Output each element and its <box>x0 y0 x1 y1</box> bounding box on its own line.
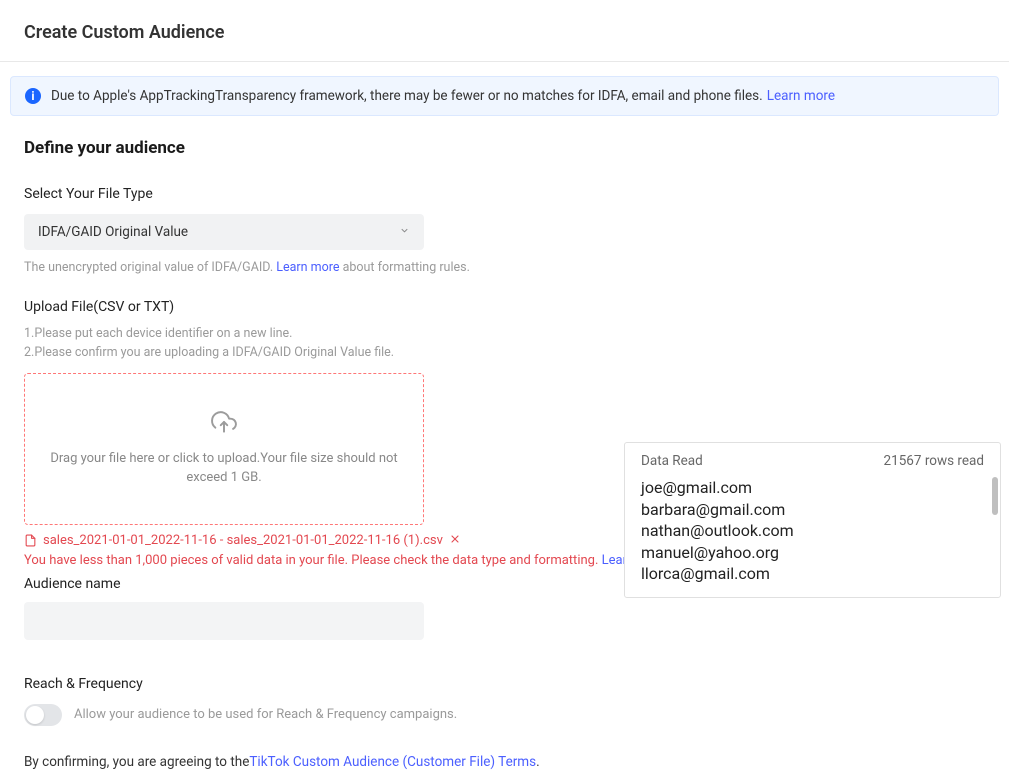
remove-file-button[interactable] <box>449 533 461 549</box>
file-type-select[interactable]: IDFA/GAID Original Value <box>24 214 424 250</box>
content-area: i Due to Apple's AppTrackingTransparency… <box>0 76 1009 770</box>
confirm-suffix: . <box>536 754 540 770</box>
chevron-down-icon <box>399 225 410 239</box>
banner-learn-more-link[interactable]: Learn more <box>767 88 835 104</box>
data-read-count: 21567 rows read <box>884 453 984 469</box>
info-icon: i <box>25 88 41 104</box>
audience-name-input[interactable] <box>24 602 424 640</box>
data-read-row: llorca@gmail.com <box>641 563 988 585</box>
data-read-row: nathan@outlook.com <box>641 520 988 542</box>
terms-link[interactable]: TikTok Custom Audience (Customer File) T… <box>249 754 536 770</box>
scrollbar-thumb[interactable] <box>992 477 998 515</box>
data-read-rows: joe@gmail.com barbara@gmail.com nathan@o… <box>641 477 1000 585</box>
toggle-knob <box>26 706 44 724</box>
upload-hint-line-2: 2.Please confirm you are uploading a IDF… <box>24 344 985 363</box>
data-read-title: Data Read <box>641 453 703 469</box>
confirm-agreement-text: By confirming, you are agreeing to theTi… <box>24 754 985 770</box>
upload-hint-line-1: 1.Please put each device identifier on a… <box>24 325 985 344</box>
confirm-prefix: By confirming, you are agreeing to the <box>24 754 249 770</box>
file-type-hint: The unencrypted original value of IDFA/G… <box>24 260 985 275</box>
reach-frequency-label: Reach & Frequency <box>24 676 985 692</box>
data-read-row: manuel@yahoo.org <box>641 542 988 564</box>
upload-dropzone[interactable]: Drag your file here or click to upload.Y… <box>24 373 424 525</box>
file-type-hint-prefix: The unencrypted original value of IDFA/G… <box>24 260 276 275</box>
cloud-upload-icon <box>209 410 239 440</box>
reach-frequency-toggle-text: Allow your audience to be used for Reach… <box>74 707 457 722</box>
upload-error-text: You have less than 1,000 pieces of valid… <box>24 553 602 568</box>
section-title: Define your audience <box>24 138 985 158</box>
banner-text: Due to Apple's AppTrackingTransparency f… <box>51 88 763 104</box>
dropzone-text: Drag your file here or click to upload.Y… <box>44 450 404 488</box>
document-icon <box>24 533 37 548</box>
data-read-row: barbara@gmail.com <box>641 499 988 521</box>
file-type-label: Select Your File Type <box>24 186 985 202</box>
file-type-hint-learn-more-link[interactable]: Learn more <box>276 260 339 275</box>
reach-frequency-toggle[interactable] <box>24 704 62 726</box>
page-title: Create Custom Audience <box>0 0 1009 62</box>
upload-file-label: Upload File(CSV or TXT) <box>24 299 985 315</box>
uploaded-file-name: sales_2021-01-01_2022-11-16 - sales_2021… <box>43 533 443 548</box>
data-read-panel: Data Read 21567 rows read joe@gmail.com … <box>624 442 1001 598</box>
data-read-row: joe@gmail.com <box>641 477 988 499</box>
tracking-transparency-banner: i Due to Apple's AppTrackingTransparency… <box>10 76 999 116</box>
file-type-selected-value: IDFA/GAID Original Value <box>38 224 188 240</box>
file-type-hint-suffix: about formatting rules. <box>339 260 469 275</box>
